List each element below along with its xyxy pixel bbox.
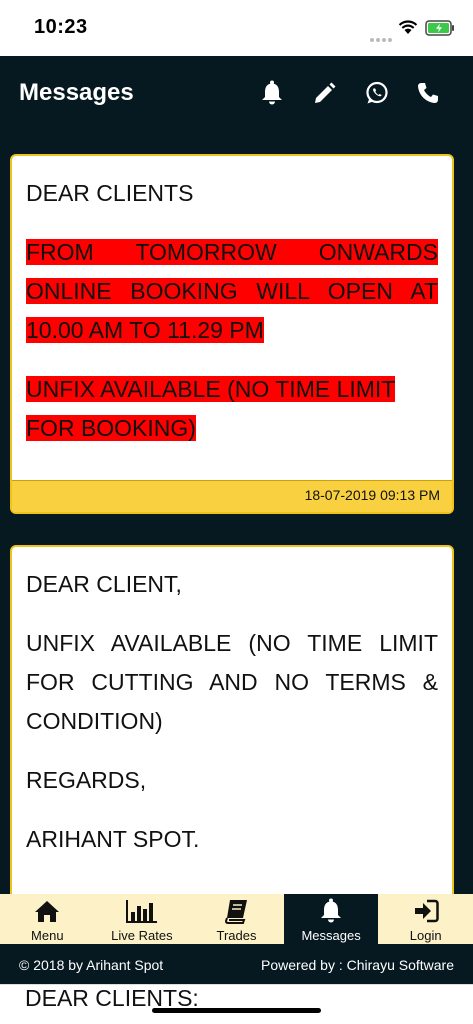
nav-label: Live Rates (111, 928, 173, 943)
bottom-nav: Menu Live Rates Trades Messages Login (0, 894, 473, 944)
message-body: DEAR CLIENT, UNFIX AVAILABLE (NO TIME LI… (12, 547, 452, 859)
whatsapp-button[interactable] (362, 78, 392, 108)
book-icon (225, 900, 248, 924)
message-highlight: UNFIX AVAILABLE (NO TIME LIMIT FOR BOOKI… (26, 370, 438, 448)
message-greeting: DEAR CLIENTS (26, 180, 194, 206)
message-regards: REGARDS, (26, 767, 147, 793)
bell-icon (262, 80, 282, 105)
phone-icon (418, 83, 438, 103)
call-button[interactable] (413, 78, 443, 108)
notifications-button[interactable] (257, 78, 287, 108)
nav-item-menu[interactable]: Menu (0, 894, 95, 944)
app-header: Messages (0, 56, 473, 144)
nav-label: Trades (216, 928, 257, 943)
message-greeting: DEAR CLIENT, (26, 571, 182, 597)
copyright-bar: © 2018 by Arihant Spot Powered by : Chir… (0, 944, 473, 984)
bar-chart-icon (125, 900, 157, 923)
nav-item-messages[interactable]: Messages (283, 894, 379, 944)
page-title: Messages (19, 79, 134, 106)
nav-item-login[interactable]: Login (378, 894, 473, 944)
whatsapp-icon (366, 81, 388, 104)
message-list[interactable]: DEAR CLIENTS FROM TOMORROW ONWARDS ONLIN… (0, 144, 473, 894)
status-bar: 10:23 (0, 0, 473, 56)
message-signature: ARIHANT SPOT. (26, 826, 200, 852)
compose-button[interactable] (310, 78, 340, 108)
nav-label: Login (409, 928, 442, 943)
message-text: UNFIX AVAILABLE (NO TIME LIMIT FOR CUTTI… (26, 630, 438, 734)
nav-item-live-rates[interactable]: Live Rates (95, 894, 190, 944)
cellular-signal-icon (370, 29, 394, 42)
pencil-icon (315, 82, 336, 103)
nav-label: Menu (31, 928, 64, 943)
next-message-peek: DEAR CLIENTS: (0, 984, 473, 1024)
message-body: DEAR CLIENTS FROM TOMORROW ONWARDS ONLIN… (12, 156, 452, 448)
message-card: DEAR CLIENTS FROM TOMORROW ONWARDS ONLIN… (10, 154, 454, 514)
message-highlight-text: UNFIX AVAILABLE (NO TIME LIMIT FOR BOOKI… (26, 376, 396, 441)
battery-icon (425, 20, 454, 36)
nav-label: Messages (301, 928, 361, 943)
login-icon (414, 899, 439, 923)
home-indicator (152, 1008, 321, 1013)
message-highlight-text: FROM TOMORROW ONWARDS ONLINE BOOKING WIL… (26, 239, 438, 343)
copyright-text: © 2018 by Arihant Spot (19, 957, 164, 973)
message-timestamp: 18-07-2019 09:13 PM (12, 480, 452, 512)
message-card: DEAR CLIENT, UNFIX AVAILABLE (NO TIME LI… (10, 545, 454, 894)
powered-by-text: Powered by : Chirayu Software (261, 957, 454, 973)
message-highlight: FROM TOMORROW ONWARDS ONLINE BOOKING WIL… (26, 233, 438, 350)
home-icon (35, 901, 60, 922)
nav-item-trades[interactable]: Trades (189, 894, 284, 944)
status-time: 10:23 (34, 16, 88, 38)
bell-icon (321, 898, 342, 923)
wifi-icon (398, 20, 418, 34)
